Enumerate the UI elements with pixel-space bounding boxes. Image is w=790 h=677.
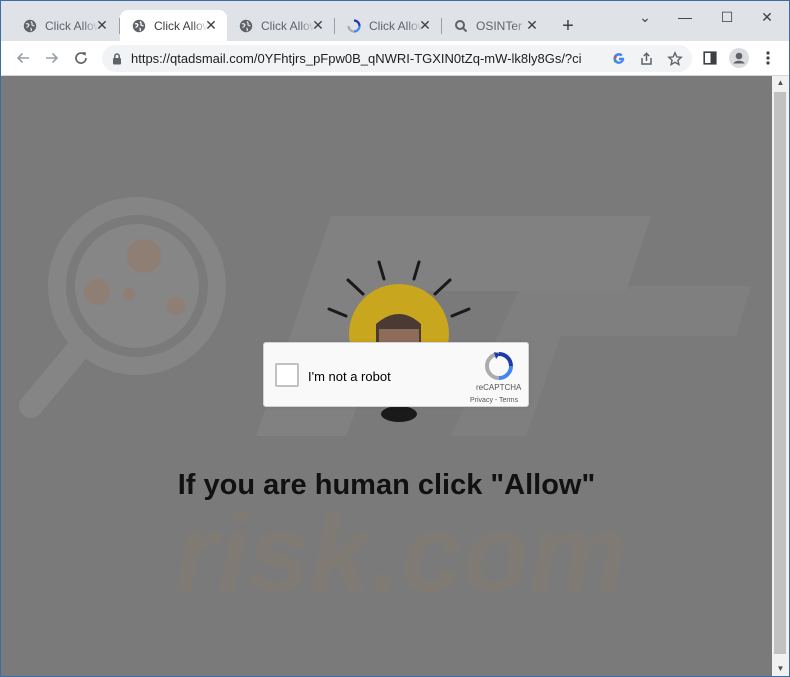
- globe-icon: [132, 19, 146, 33]
- url-text[interactable]: https://qtadsmail.com/0YFhtjrs_pFpw0B_qN…: [131, 51, 581, 66]
- back-arrow-icon[interactable]: [13, 48, 33, 68]
- scroll-down-arrow-icon[interactable]: ▼: [772, 662, 789, 676]
- browser-toolbar: https://qtadsmail.com/0YFhtjrs_pFpw0B_qN…: [1, 41, 789, 76]
- osinter-favicon-icon: [454, 19, 468, 33]
- tab-close-icon[interactable]: ✕: [524, 17, 540, 34]
- page-content: risk.com I'm not a robot reCAPTCHA Priva…: [1, 76, 772, 676]
- scroll-thumb[interactable]: [774, 92, 786, 654]
- scroll-up-arrow-icon[interactable]: ▲: [772, 76, 789, 90]
- forward-arrow-icon[interactable]: [42, 48, 62, 68]
- google-lens-icon[interactable]: [610, 50, 628, 68]
- new-tab-button[interactable]: +: [558, 16, 578, 36]
- tab-close-icon[interactable]: ✕: [203, 17, 219, 34]
- globe-icon: [239, 19, 253, 33]
- share-icon[interactable]: [638, 50, 656, 68]
- tab-2-active[interactable]: Click Allow ✕: [120, 10, 227, 41]
- privacy-terms-links[interactable]: Privacy - Terms: [470, 397, 518, 404]
- close-window-button[interactable]: ✕: [752, 9, 782, 26]
- maximize-button[interactable]: ☐: [712, 9, 742, 26]
- browser-window: Click Allow ✕ Click Allow ✕ Click Allow …: [0, 0, 790, 677]
- tab-3[interactable]: Click Allow ✕: [227, 10, 334, 41]
- captcha-label: I'm not a robot: [308, 369, 391, 384]
- tab-title: Click Allow: [154, 18, 208, 33]
- bookmark-star-icon[interactable]: [666, 50, 684, 68]
- side-panel-icon[interactable]: [701, 49, 719, 67]
- tab-5[interactable]: OSINTer ✕: [442, 10, 548, 41]
- tab-title: Click Allow: [369, 18, 423, 33]
- tab-title: OSINTer: [476, 18, 523, 33]
- profile-avatar-icon[interactable]: [729, 48, 749, 68]
- recaptcha-widget: I'm not a robot reCAPTCHA Privacy - Term…: [263, 342, 529, 407]
- tab-close-icon[interactable]: ✕: [417, 17, 433, 34]
- vertical-scrollbar[interactable]: ▲ ▼: [772, 76, 789, 676]
- lock-icon[interactable]: [108, 50, 126, 68]
- recaptcha-favicon-icon: [347, 18, 361, 33]
- more-menu-icon[interactable]: [759, 49, 777, 67]
- page-headline: If you are human click "Allow": [177, 469, 596, 501]
- minimize-button[interactable]: —: [670, 9, 700, 25]
- tab-1[interactable]: Click Allow ✕: [11, 10, 118, 41]
- tab-search-chevron-icon[interactable]: ⌄: [630, 9, 660, 26]
- tab-close-icon[interactable]: ✕: [94, 17, 110, 34]
- tab-title: Click Allow: [45, 18, 99, 33]
- tab-4[interactable]: Click Allow ✕: [335, 10, 441, 41]
- tab-title: Click Allow: [261, 18, 315, 33]
- reload-icon[interactable]: [71, 48, 91, 68]
- tab-strip: Click Allow ✕ Click Allow ✕ Click Allow …: [1, 1, 789, 41]
- recaptcha-logo-icon: [485, 352, 513, 380]
- address-bar[interactable]: https://qtadsmail.com/0YFhtjrs_pFpw0B_qN…: [102, 45, 692, 72]
- globe-icon: [23, 19, 37, 33]
- tab-close-icon[interactable]: ✕: [310, 17, 326, 34]
- recaptcha-brand: reCAPTCHA: [476, 383, 522, 392]
- captcha-checkbox[interactable]: [275, 363, 299, 387]
- watermark-text: risk.com: [175, 492, 627, 615]
